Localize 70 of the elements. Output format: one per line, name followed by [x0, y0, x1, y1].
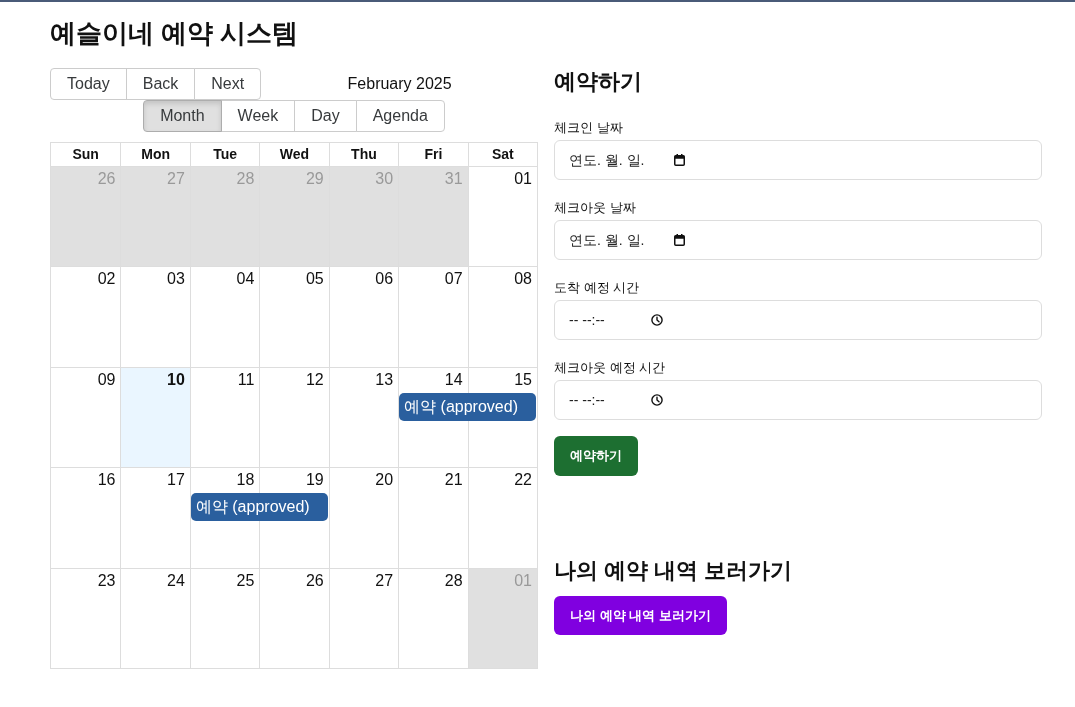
date-number: 21	[444, 471, 463, 490]
field-label: 체크아웃 예정 시간	[554, 360, 666, 376]
date-number: 28	[236, 170, 255, 188]
calendar-view-tab[interactable]: Day	[294, 100, 357, 132]
time-input[interactable]: -- --:--	[554, 380, 1042, 420]
calendar-view-tab[interactable]: Month	[143, 100, 222, 132]
clock-icon[interactable]	[651, 314, 663, 326]
time-input[interactable]: -- --:--	[554, 300, 1042, 340]
date-number: 12	[305, 370, 324, 389]
field-label: 도착 예정 시간	[554, 280, 640, 296]
date-number: 16	[97, 471, 116, 490]
date-input[interactable]: 연도. 월. 일.	[554, 220, 1042, 260]
calendar-month-label: February 2025	[347, 74, 452, 94]
date-number: 26	[97, 170, 116, 188]
date-number: 14	[444, 370, 463, 389]
page-title: 예슬이네 예약 시스템	[50, 17, 299, 49]
date-number: 10	[167, 370, 185, 389]
history-heading: 나의 예약 내역 보러가기	[554, 557, 793, 585]
date-number: 20	[375, 471, 394, 490]
date-input[interactable]: 연도. 월. 일.	[554, 140, 1042, 180]
date-number: 08	[514, 270, 532, 289]
date-number: 26	[305, 571, 324, 590]
date-number: 05	[305, 270, 324, 289]
weekday-header: Tue	[189, 143, 260, 166]
weekday-header: Sun	[71, 145, 100, 164]
date-number: 31	[444, 170, 463, 188]
day-cell[interactable]: 10	[120, 367, 190, 468]
date-number: 13	[375, 370, 394, 389]
booking-heading: 예약하기	[554, 68, 642, 96]
field-label: 체크아웃 날짜	[554, 200, 636, 216]
submit-booking-button[interactable]: 예약하기	[554, 436, 638, 476]
date-number: 17	[167, 471, 185, 490]
date-number: 23	[97, 571, 116, 590]
calendar-nav-button[interactable]: Today	[50, 68, 127, 100]
date-number: 07	[444, 270, 463, 289]
calendar-icon[interactable]	[674, 154, 685, 166]
date-number: 29	[305, 170, 324, 188]
date-number: 06	[375, 270, 394, 289]
date-number: 02	[97, 270, 116, 289]
calendar-nav-button[interactable]: Next	[194, 68, 262, 100]
calendar-icon[interactable]	[674, 234, 685, 246]
calendar-view-tab[interactable]: Week	[220, 100, 296, 132]
date-number: 27	[167, 170, 185, 188]
date-number: 03	[167, 270, 185, 289]
date-number: 28	[444, 571, 463, 590]
field-label: 체크인 날짜	[554, 120, 623, 136]
date-number: 01	[514, 170, 532, 188]
date-number: 11	[237, 370, 255, 389]
date-number: 30	[375, 170, 394, 188]
weekday-header: Sat	[467, 143, 537, 166]
date-number: 15	[514, 370, 532, 389]
calendar-nav-button[interactable]: Back	[125, 68, 196, 100]
clock-icon[interactable]	[651, 394, 663, 406]
event-chip[interactable]: 예약 (approved)	[190, 493, 328, 522]
weekday-header: Thu	[328, 143, 399, 166]
weekday-header: Fri	[398, 143, 468, 166]
weekday-header: Mon	[120, 143, 190, 166]
calendar-view-tab[interactable]: Agenda	[355, 100, 445, 132]
date-number: 18	[236, 471, 255, 490]
view-history-button[interactable]: 나의 예약 내역 보러가기	[554, 596, 727, 635]
weekday-header: Wed	[259, 143, 329, 166]
date-number: 22	[514, 471, 532, 490]
date-number: 09	[97, 370, 116, 389]
date-number: 04	[236, 270, 255, 289]
date-number: 01	[514, 571, 532, 590]
date-number: 27	[375, 571, 394, 590]
event-chip[interactable]: 예약 (approved)	[399, 392, 536, 421]
date-number: 25	[236, 571, 255, 590]
date-number: 19	[305, 471, 324, 490]
date-number: 24	[167, 571, 185, 590]
